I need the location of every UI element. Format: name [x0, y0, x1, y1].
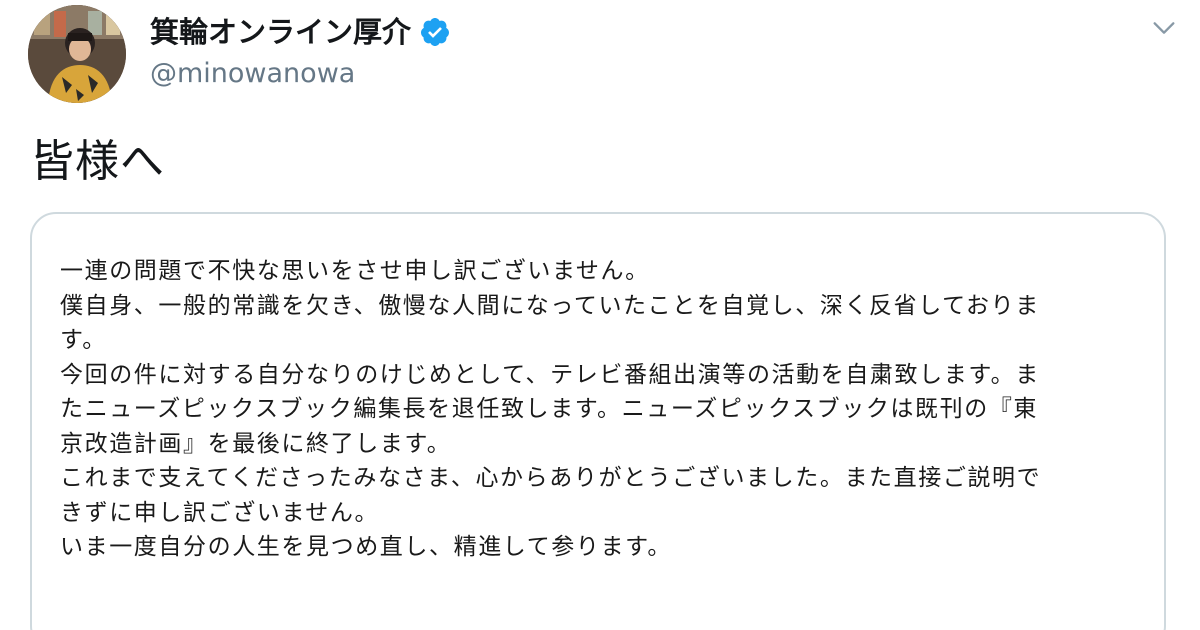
statement-line: 京改造計画』を最後に終了します。	[60, 430, 452, 457]
avatar-image	[28, 5, 126, 103]
statement-line: 一連の問題で不快な思いをさせ申し訳ございません。	[60, 258, 650, 284]
statement-line: きずに申し訳ございません。	[60, 499, 380, 526]
user-handle[interactable]: @minowanowa	[150, 56, 451, 92]
tweet-header: 箕輪オンライン厚介 @minowanowa	[150, 12, 451, 92]
chevron-down-icon[interactable]	[1150, 14, 1178, 42]
verified-badge-icon	[419, 16, 451, 48]
statement-line: これまで支えてくださったみなさま、心からありがとうございました。また直接ご説明で	[60, 465, 1042, 491]
statement-line: いま一度自分の人生を見つめ直し、精進して参ります。	[60, 534, 673, 560]
statement-line: 僕自身、一般的常識を欠き、傲慢な人間になっていたことを自覚し、深く反省しておりま	[60, 292, 1040, 319]
statement-text: 一連の問題で不快な思いをさせ申し訳ございません。僕自身、一般的常識を欠き、傲慢な…	[60, 254, 1144, 565]
attached-image[interactable]: 一連の問題で不快な思いをさせ申し訳ございません。僕自身、一般的常識を欠き、傲慢な…	[30, 212, 1166, 630]
statement-line: 今回の件に対する自分なりのけじめとして、テレビ番組出演等の活動を自粛致します。ま	[60, 361, 1040, 388]
tweet: 箕輪オンライン厚介 @minowanowa 皆様へ 一連の問題で不快な思いをさせ…	[0, 0, 1200, 630]
name-row: 箕輪オンライン厚介	[150, 12, 451, 52]
display-name[interactable]: 箕輪オンライン厚介	[150, 12, 411, 52]
statement-line: たニューズピックスブック編集長を退任致します。ニューズピックスブックは既刊の『東	[60, 396, 1039, 422]
tweet-text: 皆様へ	[30, 136, 165, 187]
user-avatar[interactable]	[28, 5, 126, 103]
statement-line: す。	[60, 327, 107, 353]
